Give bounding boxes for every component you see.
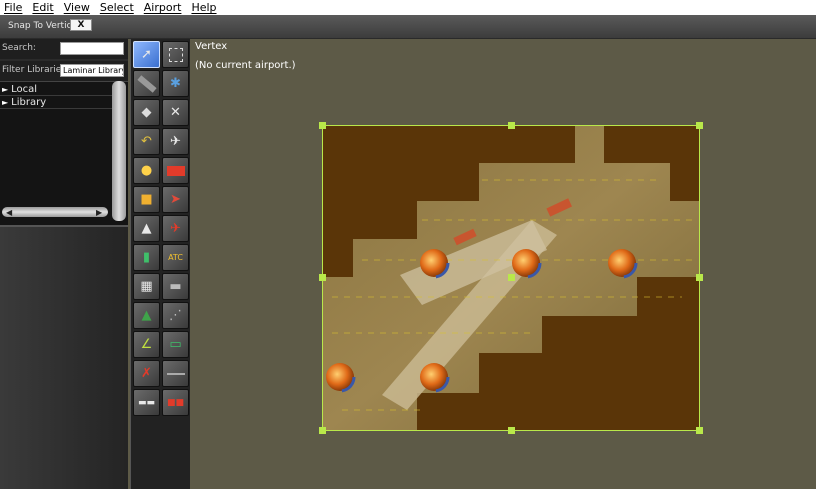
taxi-route-tool-button[interactable]: ■ xyxy=(133,186,160,213)
vertex-tool-button[interactable]: ➚ xyxy=(133,41,160,68)
helipad-tool-icon: ✱ xyxy=(170,76,181,91)
forest-tool-button[interactable]: ▬ xyxy=(162,273,189,300)
scroll-right-icon[interactable]: ▶ xyxy=(96,208,102,217)
airport-marker-icon xyxy=(510,247,542,279)
windsock-tool-button[interactable]: ➤ xyxy=(162,186,189,213)
selection-handle[interactable] xyxy=(319,427,326,434)
tool-palette: ➚ ✱ ◆ ✕ ↶ ✈ ● ■ ➤ ▲ ✈ ▮ ATC ▦ ▬ ▲ ⋰ ∠ ▭ xyxy=(130,39,190,489)
taxiway-tool-button[interactable]: ◆ xyxy=(133,99,160,126)
airport-marker-icon xyxy=(418,361,450,393)
tree-item-local[interactable]: ► Local xyxy=(0,84,112,96)
library-tree: ► Local ► Library xyxy=(0,81,128,225)
beacon-tool-icon: ✈ xyxy=(170,221,181,236)
tree-item-library[interactable]: ► Library xyxy=(0,97,112,109)
line-tool-icon: ▲ xyxy=(141,308,152,323)
marquee-tool-icon xyxy=(163,42,188,67)
light-fixture-tool-icon: ● xyxy=(140,163,153,178)
expand-triangle-icon[interactable]: ► xyxy=(2,85,8,94)
selection-handle[interactable] xyxy=(508,122,515,129)
boundary-tool-icon: ✈ xyxy=(170,134,181,149)
atc-tool-button[interactable]: ATC xyxy=(162,244,189,271)
airport-marker-icon xyxy=(324,361,356,393)
facade-tool-button[interactable]: ▮ xyxy=(133,244,160,271)
menu-help[interactable]: Help xyxy=(191,1,216,14)
sign-tool-button[interactable] xyxy=(162,157,189,184)
helipad-tool-button[interactable]: ✱ xyxy=(162,70,189,97)
windsock-tool-icon: ➤ xyxy=(170,192,181,207)
runway-tool-icon xyxy=(134,71,159,96)
exclusion-tool-icon: ▭ xyxy=(169,337,182,352)
truck-parking-tool-icon: ▬▬ xyxy=(137,397,155,408)
current-tool-name: Vertex xyxy=(195,41,228,52)
selection-handle[interactable] xyxy=(319,122,326,129)
runway-tool-button[interactable] xyxy=(133,70,160,97)
search-label: Search: xyxy=(2,43,36,53)
menu-view[interactable]: View xyxy=(64,1,90,14)
airport-status: (No current airport.) xyxy=(195,60,296,71)
sealane-tool-icon: ✕ xyxy=(170,105,181,120)
tower-tool-button[interactable]: ▲ xyxy=(133,215,160,242)
truck-parking-tool-button[interactable]: ▬▬ xyxy=(133,389,160,416)
menu-select[interactable]: Select xyxy=(100,1,134,14)
tool-options-bar: Snap To Vertices X xyxy=(0,15,816,39)
exclusion-tool-button[interactable]: ▭ xyxy=(162,331,189,358)
tower-tool-icon: ▲ xyxy=(141,221,152,236)
scroll-left-icon[interactable]: ◀ xyxy=(6,208,12,217)
sign-tool-icon xyxy=(163,158,188,183)
menu-bar: File Edit View Select Airport Help xyxy=(0,0,816,15)
airport-marker-icon xyxy=(418,247,450,279)
airport-marker-icon xyxy=(606,247,638,279)
search-row: Search: xyxy=(0,39,128,59)
taxiway-tool-icon: ◆ xyxy=(141,105,152,120)
selection-handle[interactable] xyxy=(319,274,326,281)
light-fixture-tool-button[interactable]: ● xyxy=(133,157,160,184)
taxi-route-tool-icon: ■ xyxy=(140,192,153,207)
atc-tool-icon: ATC xyxy=(168,253,183,262)
truck-tool-icon xyxy=(163,361,188,386)
taxi-line-tool-icon: ↶ xyxy=(141,134,152,149)
selection-handle[interactable] xyxy=(696,427,703,434)
polygon-tool-icon: ⋰ xyxy=(169,308,182,323)
tree-horizontal-scrollbar[interactable]: ◀ ▶ xyxy=(2,207,108,217)
truck-destination-tool-button[interactable]: ■■ xyxy=(162,389,189,416)
taxi-line-tool-button[interactable]: ↶ xyxy=(133,128,160,155)
selection-handle[interactable] xyxy=(696,122,703,129)
vertex-tool-icon: ➚ xyxy=(141,47,152,62)
map-view[interactable]: Vertex (No current airport.) xyxy=(190,39,816,489)
filter-label: Filter Libraries: xyxy=(2,65,70,75)
filter-libraries-input[interactable]: Laminar Library xyxy=(60,64,124,77)
truck-tool-button[interactable] xyxy=(162,360,189,387)
sealane-tool-button[interactable]: ✕ xyxy=(162,99,189,126)
selection-handle[interactable] xyxy=(508,427,515,434)
menu-file[interactable]: File xyxy=(4,1,22,14)
forest-tool-icon: ▬ xyxy=(169,279,182,294)
tree-vertical-scrollbar[interactable] xyxy=(112,81,126,221)
facade-tool-icon: ▮ xyxy=(142,250,151,265)
string-tool-icon: ∠ xyxy=(140,337,153,352)
library-preview-pane xyxy=(0,225,128,489)
menu-edit[interactable]: Edit xyxy=(32,1,53,14)
library-pane: Search: Filter Libraries: Laminar Librar… xyxy=(0,39,128,489)
object-tool-icon: ▦ xyxy=(140,279,153,294)
line-tool-button[interactable]: ▲ xyxy=(133,302,160,329)
menu-airport[interactable]: Airport xyxy=(144,1,182,14)
ramp-start-tool-icon: ✗ xyxy=(141,366,152,381)
polygon-tool-button[interactable]: ⋰ xyxy=(162,302,189,329)
search-input[interactable] xyxy=(60,42,124,55)
filter-row: Filter Libraries: Laminar Library xyxy=(0,61,128,81)
truck-destination-tool-icon: ■■ xyxy=(166,397,184,408)
beacon-tool-button[interactable]: ✈ xyxy=(162,215,189,242)
object-tool-button[interactable]: ▦ xyxy=(133,273,160,300)
selection-center-handle[interactable] xyxy=(508,274,515,281)
boundary-tool-button[interactable]: ✈ xyxy=(162,128,189,155)
string-tool-button[interactable]: ∠ xyxy=(133,331,160,358)
snap-to-vertices-toggle[interactable]: X xyxy=(70,19,92,31)
ramp-start-tool-button[interactable]: ✗ xyxy=(133,360,160,387)
marquee-tool-button[interactable] xyxy=(162,41,189,68)
tree-item-label: Library xyxy=(11,97,47,108)
selection-handle[interactable] xyxy=(696,274,703,281)
expand-triangle-icon[interactable]: ► xyxy=(2,98,8,107)
tree-item-label: Local xyxy=(11,84,38,95)
